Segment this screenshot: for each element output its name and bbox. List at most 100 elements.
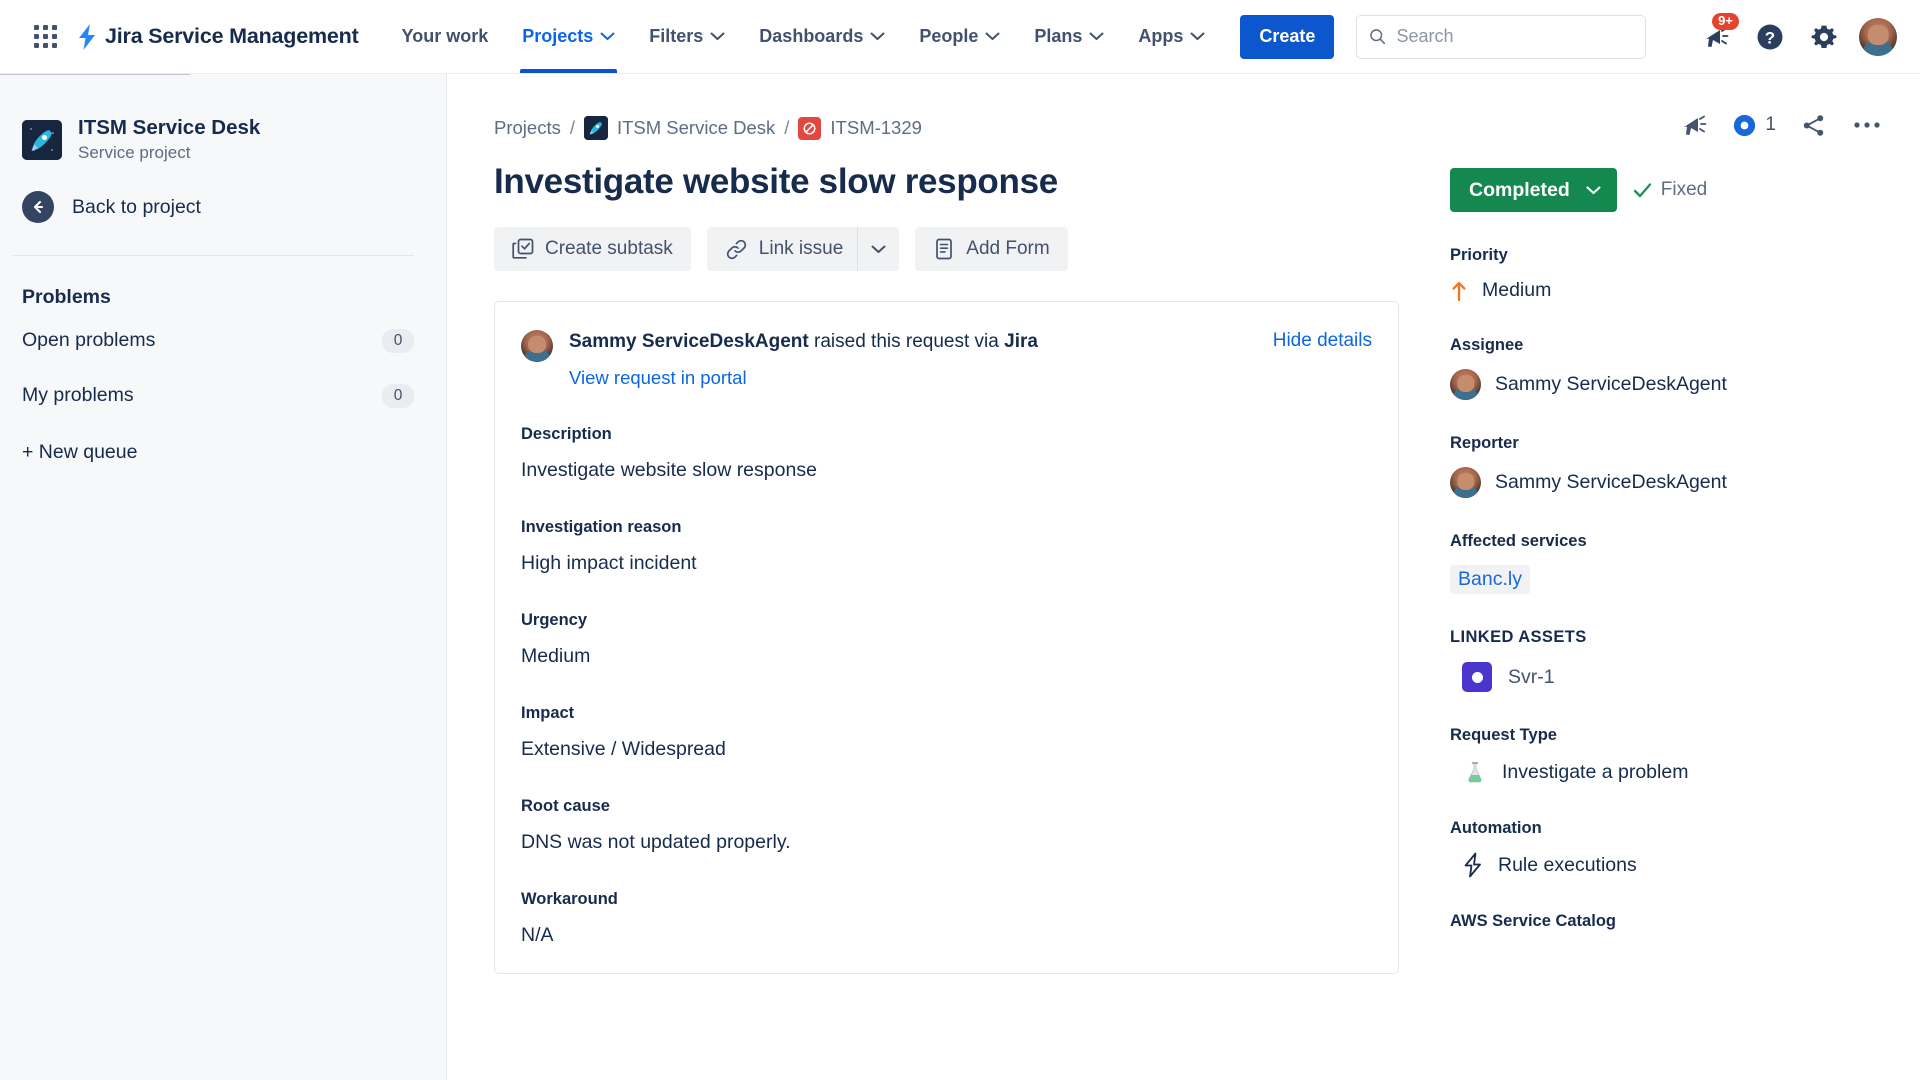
app-switcher-button[interactable] bbox=[22, 14, 68, 60]
settings-button[interactable] bbox=[1800, 13, 1848, 61]
sidebar-item-open-problems[interactable]: Open problems 0 bbox=[14, 317, 424, 364]
nav-label: Projects bbox=[522, 26, 594, 46]
nav-item-plans[interactable]: Plans bbox=[1017, 0, 1121, 73]
sidebar-item-label: Open problems bbox=[22, 329, 156, 351]
resolution-status: Fixed bbox=[1633, 179, 1707, 201]
button-label: Add Form bbox=[966, 238, 1050, 259]
nav-item-your-work[interactable]: Your work bbox=[385, 0, 506, 73]
watch-button[interactable]: 1 bbox=[1725, 102, 1782, 148]
nav-label: Your work bbox=[401, 26, 489, 46]
notifications-button[interactable]: 9+ bbox=[1692, 12, 1740, 61]
issue-panel-toolbar: 1 bbox=[1400, 74, 1920, 148]
link-issue-button[interactable]: Link issue bbox=[706, 227, 858, 271]
arrow-left-icon bbox=[22, 191, 54, 223]
sidebar-item-my-problems[interactable]: My problems 0 bbox=[14, 372, 424, 419]
help-button[interactable]: ? bbox=[1746, 13, 1794, 61]
nav-label: Plans bbox=[1034, 26, 1083, 46]
field-label: LINKED ASSETS bbox=[1450, 628, 1587, 646]
field-value-row[interactable]: Medium bbox=[1450, 279, 1920, 302]
chevron-down-icon bbox=[985, 32, 1000, 40]
share-button[interactable] bbox=[1790, 102, 1836, 148]
panel-field-automation: Automation Rule executions bbox=[1400, 819, 1920, 878]
eye-icon bbox=[1734, 114, 1756, 136]
breadcrumb-separator: / bbox=[784, 117, 790, 138]
sidebar-project-meta: ITSM Service Desk Service project bbox=[78, 116, 260, 163]
field-value-row[interactable]: Sammy ServiceDeskAgent bbox=[1450, 467, 1920, 498]
nav-label: Apps bbox=[1138, 26, 1184, 46]
subtask-icon bbox=[512, 238, 534, 259]
field-value-row[interactable]: Investigate a problem bbox=[1450, 759, 1920, 785]
svg-text:?: ? bbox=[1765, 28, 1775, 47]
sidebar-project-header[interactable]: ITSM Service Desk Service project bbox=[0, 74, 446, 163]
field-value: Medium bbox=[521, 644, 591, 667]
status-row: Completed Fixed bbox=[1400, 148, 1920, 212]
affected-service-chip[interactable]: Banc.ly bbox=[1450, 565, 1530, 594]
link-issue-split-button: Link issue bbox=[706, 227, 900, 271]
project-sidebar: ITSM Service Desk Service project Back t… bbox=[0, 73, 447, 1080]
sidebar-project-type: Service project bbox=[78, 143, 191, 162]
breadcrumb-item-project[interactable]: ITSM Service Desk bbox=[617, 117, 775, 139]
field-label: Affected services bbox=[1450, 532, 1587, 550]
check-icon bbox=[1633, 182, 1651, 197]
top-navigation-bar: Jira Service Management Your work Projec… bbox=[0, 0, 1920, 74]
chevron-down-icon bbox=[871, 245, 886, 253]
user-avatar bbox=[1450, 369, 1481, 400]
panel-field-assignee: Assignee Sammy ServiceDeskAgent bbox=[1400, 336, 1920, 400]
nav-item-people[interactable]: People bbox=[902, 0, 1017, 73]
main-nav-items: Your work Projects Filters Dashboards Pe… bbox=[385, 0, 1223, 73]
assignee-value: Sammy ServiceDeskAgent bbox=[1495, 373, 1727, 395]
sidebar-item-count: 0 bbox=[382, 328, 414, 353]
panel-field-request-type: Request Type Investigate a problem bbox=[1400, 726, 1920, 785]
back-to-project-button[interactable]: Back to project bbox=[0, 163, 446, 223]
grid-apps-icon bbox=[33, 25, 57, 48]
profile-button[interactable] bbox=[1854, 13, 1902, 61]
field-value: Investigate website slow response bbox=[521, 458, 817, 481]
help-circle-icon: ? bbox=[1757, 24, 1783, 49]
create-subtask-button[interactable]: Create subtask bbox=[494, 227, 691, 271]
field-label: Investigation reason bbox=[521, 517, 682, 536]
nav-item-apps[interactable]: Apps bbox=[1121, 0, 1222, 73]
nav-item-filters[interactable]: Filters bbox=[632, 0, 742, 73]
hide-details-button[interactable]: Hide details bbox=[1273, 330, 1372, 352]
field-urgency: Urgency Medium bbox=[521, 611, 1372, 668]
panel-field-affected-services: Affected services Banc.ly bbox=[1400, 532, 1920, 594]
field-value: Extensive / Widespread bbox=[521, 737, 726, 760]
breadcrumb-item-issue-key[interactable]: ITSM-1329 bbox=[830, 117, 922, 139]
field-value-row[interactable]: Rule executions bbox=[1450, 852, 1920, 878]
link-issue-dropdown-button[interactable] bbox=[857, 227, 900, 271]
request-type-value: Investigate a problem bbox=[1502, 760, 1689, 783]
brand-home-link[interactable]: Jira Service Management bbox=[76, 23, 359, 50]
field-workaround: Workaround N/A bbox=[521, 890, 1372, 947]
problem-issue-icon bbox=[798, 116, 822, 140]
chevron-down-icon bbox=[600, 32, 615, 40]
sidebar-section-problems: Problems bbox=[22, 286, 111, 308]
status-dropdown-button[interactable]: Completed bbox=[1450, 168, 1617, 212]
field-description: Description Investigate website slow res… bbox=[521, 425, 1372, 482]
new-queue-button[interactable]: + New queue bbox=[0, 419, 446, 464]
give-feedback-button[interactable] bbox=[1671, 102, 1717, 148]
breadcrumb-item-projects[interactable]: Projects bbox=[494, 117, 561, 139]
button-label: Link issue bbox=[758, 238, 844, 259]
nav-item-dashboards[interactable]: Dashboards bbox=[742, 0, 902, 73]
rocket-project-icon bbox=[22, 119, 62, 160]
jira-service-management-bolt-icon bbox=[79, 23, 95, 50]
global-search-box[interactable] bbox=[1356, 14, 1647, 59]
nav-item-projects[interactable]: Projects bbox=[505, 0, 632, 73]
field-value-row[interactable]: Sammy ServiceDeskAgent bbox=[1450, 369, 1920, 400]
request-raiser-text: Sammy ServiceDeskAgent raised this reque… bbox=[569, 330, 1038, 389]
create-button[interactable]: Create bbox=[1240, 14, 1335, 59]
chevron-down-icon bbox=[710, 32, 725, 40]
nav-label: People bbox=[919, 26, 979, 46]
view-request-in-portal-link[interactable]: View request in portal bbox=[569, 367, 1038, 389]
search-input[interactable] bbox=[1396, 26, 1634, 47]
field-investigation-reason: Investigation reason High impact inciden… bbox=[521, 518, 1372, 575]
field-label: Assignee bbox=[1450, 336, 1524, 354]
add-form-button[interactable]: Add Form bbox=[915, 227, 1068, 271]
field-value: N/A bbox=[521, 923, 554, 946]
more-actions-button[interactable] bbox=[1844, 102, 1890, 148]
chevron-down-icon bbox=[1586, 185, 1601, 194]
linked-asset-row[interactable]: Svr-1 bbox=[1450, 662, 1920, 692]
request-details-card: Sammy ServiceDeskAgent raised this reque… bbox=[494, 301, 1399, 974]
panel-field-priority: Priority Medium bbox=[1400, 246, 1920, 302]
lightning-bolt-icon bbox=[1464, 852, 1481, 878]
